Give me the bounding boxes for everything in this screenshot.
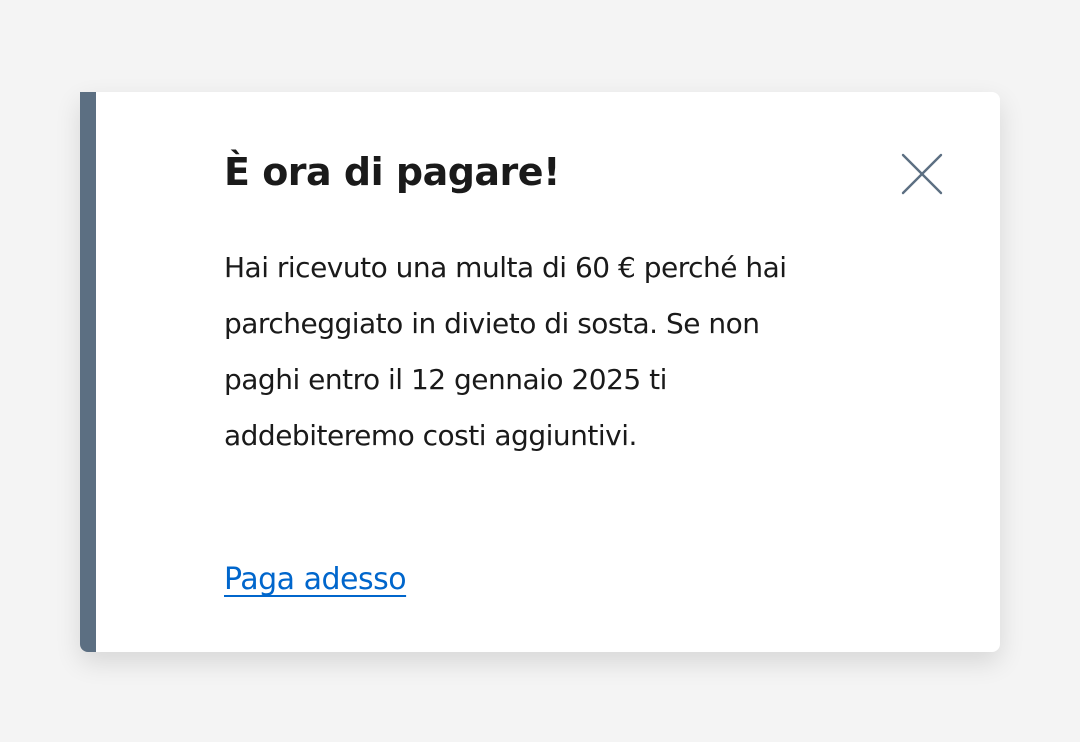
close-button[interactable] bbox=[896, 148, 948, 200]
notification-card: È ora di pagare! Hai ricevuto una multa … bbox=[80, 92, 1000, 652]
notification-title: È ora di pagare! bbox=[224, 150, 560, 194]
close-icon bbox=[896, 148, 948, 200]
notification-message: Hai ricevuto una multa di 60 € perché ha… bbox=[224, 251, 787, 452]
pay-now-link[interactable]: Paga adesso bbox=[224, 552, 407, 608]
